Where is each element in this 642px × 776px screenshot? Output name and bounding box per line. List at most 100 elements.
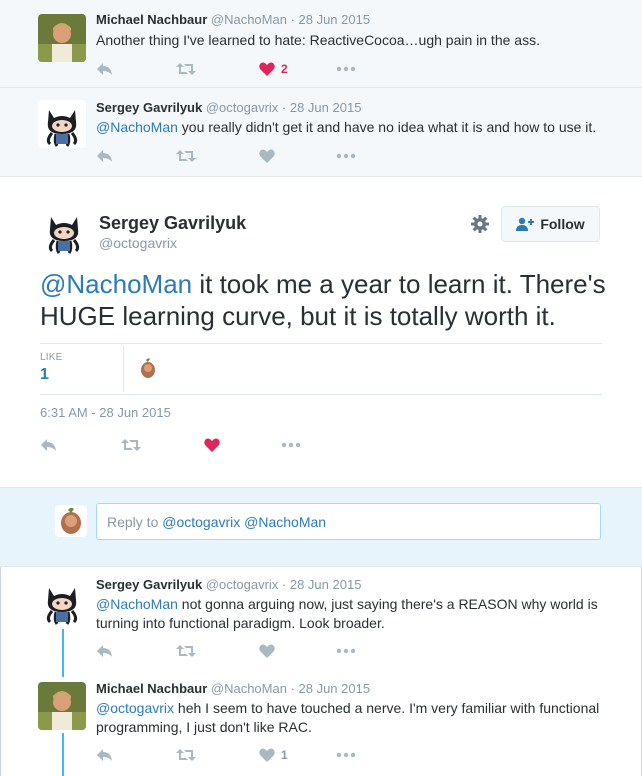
- author-name[interactable]: Michael Nachbaur: [96, 12, 207, 27]
- context-tweet-1[interactable]: Michael Nachbaur @NachoMan · 28 Jun 2015…: [0, 0, 642, 88]
- mention-link[interactable]: @NachoMan: [96, 119, 178, 135]
- octocat-avatar: [38, 100, 86, 148]
- like-button[interactable]: [204, 435, 220, 455]
- author-meta[interactable]: @NachoMan · 28 Jun 2015: [211, 12, 370, 27]
- photo-avatar: [38, 14, 86, 62]
- like-button[interactable]: 1: [259, 745, 288, 765]
- more-button[interactable]: [336, 641, 356, 661]
- tweet-text-line1: not gonna arguing now, just saying there…: [177, 596, 598, 612]
- reply-prefix: Reply to: [107, 514, 163, 530]
- avatar[interactable]: [38, 14, 86, 62]
- tweet-timestamp[interactable]: 6:31 AM - 28 Jun 2015: [40, 405, 171, 420]
- tweet-actions: [96, 146, 366, 166]
- reply-button[interactable]: [96, 745, 114, 765]
- reply-button[interactable]: [96, 59, 114, 79]
- stats-divider: [123, 346, 124, 392]
- author-name[interactable]: Sergey Gavrilyuk: [96, 100, 202, 115]
- thread-connector: [62, 733, 64, 776]
- tweet-text: @NachoMan you really didn't get it and h…: [96, 118, 596, 137]
- thread-connector: [62, 629, 64, 677]
- reply-button[interactable]: [96, 641, 114, 661]
- avatar[interactable]: [38, 100, 86, 148]
- heart-icon: [259, 644, 275, 658]
- mention-link[interactable]: @octogavrix: [96, 700, 174, 716]
- tweet-text: @NachoMan not gonna arguing now, just sa…: [96, 595, 616, 633]
- retweet-button[interactable]: [121, 435, 141, 455]
- retweet-button[interactable]: [176, 641, 196, 661]
- reply-icon: [41, 439, 56, 451]
- tweet-text-line1: heh I seem to have touched a nerve. I'm …: [174, 700, 600, 716]
- reply-icon: [97, 749, 112, 761]
- main-author-name[interactable]: Sergey Gavrilyuk: [99, 213, 246, 234]
- tweet-text-line2: turning into functional paradigm. Look b…: [96, 615, 385, 631]
- photo-avatar: [136, 356, 160, 380]
- tweet-actions: 1: [96, 745, 366, 765]
- like-count: 2: [281, 62, 288, 76]
- more-icon: [281, 442, 301, 448]
- more-button[interactable]: [281, 435, 301, 455]
- current-user-avatar: [55, 505, 87, 537]
- author-meta[interactable]: @octogavrix · 28 Jun 2015: [206, 100, 362, 115]
- main-author-handle[interactable]: @octogavrix: [99, 235, 177, 251]
- tweet-text: Another thing I've learned to hate: Reac…: [96, 32, 540, 48]
- likes-count[interactable]: 1: [40, 366, 49, 384]
- tweet-stats: LIKE 1: [40, 343, 602, 395]
- reply-composer: Reply to @octogavrix @NachoMan: [0, 487, 642, 567]
- retweet-icon: [176, 63, 196, 75]
- retweet-icon: [121, 439, 141, 451]
- gear-icon: [471, 215, 489, 233]
- author-name[interactable]: Sergey Gavrilyuk: [96, 577, 202, 592]
- like-count: 1: [281, 748, 288, 762]
- retweet-icon: [176, 749, 196, 761]
- retweet-button[interactable]: [176, 745, 196, 765]
- reply-icon: [97, 150, 112, 162]
- follow-button[interactable]: Follow: [501, 206, 600, 242]
- tweet-actions: 2: [96, 59, 366, 79]
- context-tweet-2[interactable]: Sergey Gavrilyuk @octogavrix · 28 Jun 20…: [0, 88, 642, 177]
- more-icon: [336, 648, 356, 654]
- main-tweet-text: @NachoMan it took me a year to learn it.…: [40, 268, 620, 332]
- like-button[interactable]: [259, 146, 275, 166]
- reply-input[interactable]: Reply to @octogavrix @NachoMan: [96, 503, 601, 540]
- main-avatar[interactable]: [40, 207, 88, 255]
- more-icon: [336, 153, 356, 159]
- tweet-text-line2: programming, I just don't like RAC.: [96, 719, 312, 735]
- mention-link[interactable]: @NachoMan: [96, 596, 178, 612]
- reply-icon: [97, 63, 112, 75]
- tweet-text: @octogavrix heh I seem to have touched a…: [96, 699, 616, 737]
- tweet-actions: [96, 641, 366, 661]
- avatar[interactable]: [38, 682, 86, 730]
- reply-button[interactable]: [40, 435, 58, 455]
- reply-button[interactable]: [96, 146, 114, 166]
- author-name[interactable]: Michael Nachbaur: [96, 681, 207, 696]
- octocat-avatar: [40, 207, 88, 255]
- heart-icon: [259, 748, 275, 762]
- more-icon: [336, 66, 356, 72]
- retweet-icon: [176, 645, 196, 657]
- tweet-header: Michael Nachbaur @NachoMan · 28 Jun 2015: [96, 681, 370, 696]
- likes-label: LIKE: [40, 352, 63, 363]
- author-meta[interactable]: @octogavrix · 28 Jun 2015: [206, 577, 362, 592]
- reply-icon: [97, 645, 112, 657]
- more-icon: [336, 752, 356, 758]
- heart-icon: [259, 62, 275, 76]
- heart-icon: [204, 438, 220, 452]
- photo-avatar: [38, 682, 86, 730]
- more-button[interactable]: [336, 745, 356, 765]
- follow-label: Follow: [540, 216, 585, 232]
- reply-mentions: @octogavrix @NachoMan: [162, 514, 327, 530]
- more-button[interactable]: [336, 59, 356, 79]
- retweet-button[interactable]: [176, 146, 196, 166]
- more-button[interactable]: [336, 146, 356, 166]
- author-meta[interactable]: @NachoMan · 28 Jun 2015: [211, 681, 370, 696]
- heart-icon: [259, 149, 275, 163]
- mention-link[interactable]: @NachoMan: [40, 269, 192, 299]
- like-button[interactable]: [259, 641, 275, 661]
- user-actions-button[interactable]: [470, 214, 490, 239]
- like-button[interactable]: 2: [259, 59, 288, 79]
- liker-avatar[interactable]: [136, 356, 160, 380]
- follow-person-icon: [516, 217, 535, 231]
- tweet-text-body: you really didn't get it and have no ide…: [177, 119, 597, 135]
- retweet-button[interactable]: [176, 59, 196, 79]
- avatar[interactable]: [38, 578, 86, 626]
